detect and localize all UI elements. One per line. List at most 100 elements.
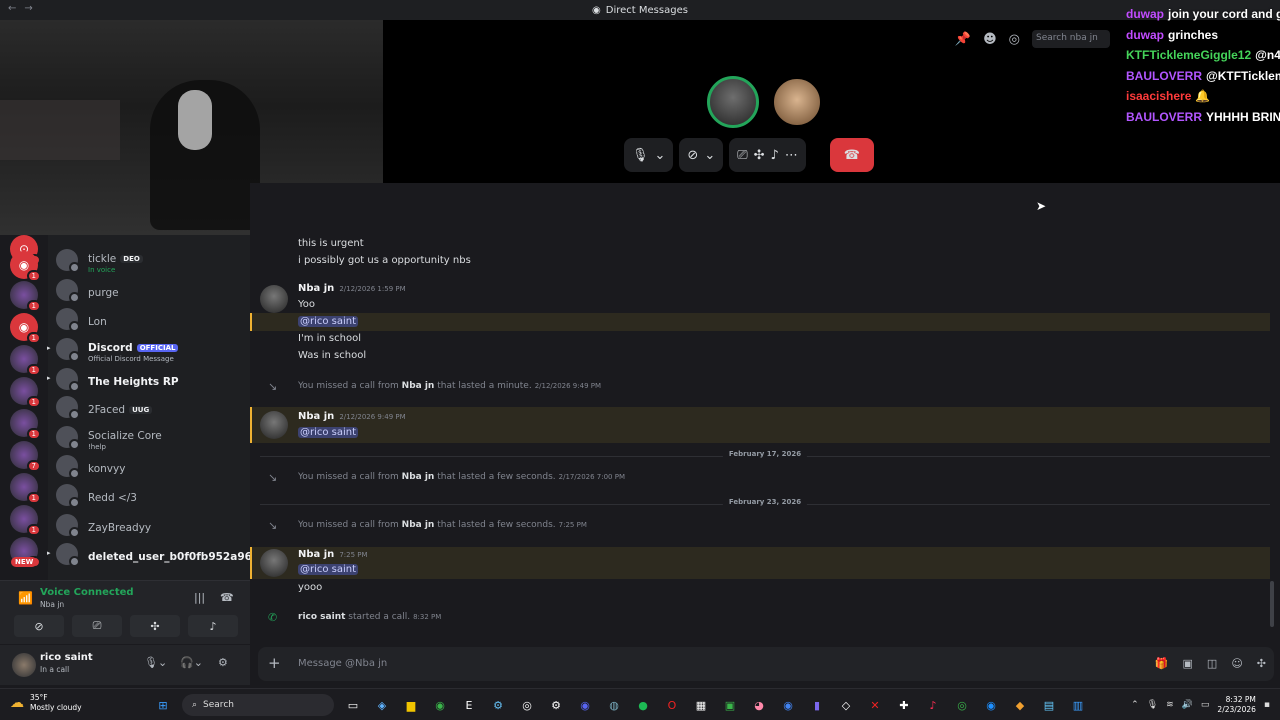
screen-share-button[interactable]: ⎚ — [72, 615, 122, 637]
avatar[interactable] — [260, 285, 288, 313]
add-friend-icon[interactable]: ☻ — [983, 32, 997, 47]
more-icon[interactable]: ⋯ — [785, 148, 798, 163]
weather-widget[interactable]: ☁ 35°F Mostly cloudy — [10, 693, 82, 713]
participant-avatar[interactable] — [707, 76, 759, 128]
mic-icon[interactable]: 🎙⌄ — [144, 656, 167, 669]
settings-gear-icon[interactable]: ⚙ — [218, 656, 228, 669]
mention[interactable]: @rico saint — [298, 316, 359, 327]
message-author[interactable]: Nba jn — [298, 549, 334, 560]
server-icon[interactable]: 1 — [10, 409, 41, 440]
activities-icon[interactable]: ✣ — [754, 148, 765, 163]
message-input[interactable]: Message @Nba jn — [298, 658, 387, 669]
scrollbar[interactable] — [1270, 581, 1274, 627]
server-icon[interactable]: 1 — [10, 377, 41, 408]
app-icon[interactable]: ✚ — [894, 695, 914, 715]
camera-toggle[interactable]: ⊘ ⌄ — [679, 138, 724, 172]
disconnect-icon[interactable]: ☎ — [220, 591, 234, 604]
server-icon[interactable]: 1 — [10, 281, 41, 312]
settings-icon[interactable]: ⚙ — [546, 695, 566, 715]
apps-icon[interactable]: ✣ — [1257, 657, 1266, 670]
message-author[interactable]: Nba jn — [298, 411, 334, 422]
headphones-icon[interactable]: 🎧⌄ — [180, 656, 203, 669]
app-icon[interactable]: ◇ — [836, 695, 856, 715]
server-icon[interactable]: 1 — [10, 345, 41, 376]
app-icon[interactable]: ◍ — [604, 695, 624, 715]
dm-item[interactable]: ▸ Discord OFFICIAL Official Discord Message — [47, 335, 246, 363]
windows-start-icon[interactable]: ⊞ — [153, 695, 173, 715]
battery-icon[interactable]: ▭ — [1201, 700, 1210, 710]
app-icon[interactable]: ▦ — [691, 695, 711, 715]
message-author[interactable]: Nba jn — [298, 283, 334, 294]
participant-avatar[interactable] — [771, 76, 823, 128]
voice-status[interactable]: Voice Connected — [40, 587, 134, 598]
nav-arrows[interactable]: ←→ — [8, 3, 41, 14]
soundboard-icon[interactable]: ♪ — [771, 148, 779, 163]
search-input[interactable]: Search nba jn — [1032, 30, 1110, 48]
steam-icon[interactable]: ⚙ — [488, 695, 508, 715]
tiktok-icon[interactable]: ♪ — [923, 695, 943, 715]
dm-item[interactable]: ZayBreadyy — [56, 511, 246, 539]
sticker-icon[interactable]: ◫ — [1207, 657, 1217, 670]
app-icon[interactable]: ◉ — [981, 695, 1001, 715]
app-icon[interactable]: ◉ — [575, 695, 595, 715]
discord-server-icon[interactable]: ◉ 1 — [10, 251, 41, 282]
avatar[interactable] — [260, 549, 288, 577]
camera-button[interactable]: ⊘ — [14, 615, 64, 637]
avatar[interactable] — [260, 411, 288, 439]
file-explorer-icon[interactable]: ▆ — [401, 695, 421, 715]
dm-item[interactable]: ▸ deleted_user_b0f0fb952a96 — [47, 540, 250, 568]
app-icon[interactable]: ▤ — [1039, 695, 1059, 715]
gif-icon[interactable]: ▣ — [1183, 657, 1193, 670]
server-icon[interactable]: 7 — [10, 441, 41, 472]
taskbar-search[interactable]: ⌕ Search — [182, 694, 334, 716]
screen-share-icon[interactable]: ⎚ — [737, 148, 747, 163]
mention[interactable]: @rico saint — [298, 564, 359, 575]
chevron-up-icon[interactable]: ⌃ — [1131, 700, 1139, 710]
profile-icon[interactable]: ◎ — [1009, 32, 1020, 47]
dm-item[interactable]: purge — [56, 276, 246, 304]
xbox-icon[interactable]: ◉ — [430, 695, 450, 715]
opera-icon[interactable]: O — [662, 695, 682, 715]
epic-games-icon[interactable]: E — [459, 695, 479, 715]
dm-item[interactable]: ▸ The Heights RP — [47, 365, 246, 393]
emoji-icon[interactable]: ☺ — [1231, 657, 1242, 670]
app-icon[interactable]: ◕ — [749, 695, 769, 715]
dm-item[interactable]: 2Faced UUG — [56, 393, 246, 421]
twitch-icon[interactable]: ▮ — [807, 695, 827, 715]
app-icon[interactable]: ◎ — [517, 695, 537, 715]
attach-plus-icon[interactable]: + — [268, 654, 281, 672]
dm-item[interactable]: Socialize Core !help — [56, 423, 246, 451]
clock[interactable]: 8:32 PM 2/23/2026 — [1217, 695, 1255, 715]
mic-icon[interactable]: 🎙 — [1147, 700, 1158, 710]
notification-icon[interactable]: ▪ — [1264, 700, 1270, 710]
discord-server-icon[interactable]: ◉ 1 — [10, 313, 41, 344]
pin-icon[interactable]: 📌 — [955, 32, 971, 47]
activities-button[interactable]: ✣ — [130, 615, 180, 637]
app-icon[interactable]: ◎ — [952, 695, 972, 715]
app-icon[interactable]: ▣ — [720, 695, 740, 715]
mic-toggle[interactable]: 🎙 ⌄ — [624, 138, 674, 172]
mention[interactable]: @rico saint — [298, 427, 359, 438]
soundboard-button[interactable]: ♪ — [188, 615, 238, 637]
username[interactable]: rico saint — [40, 652, 93, 663]
dm-item[interactable]: Redd </3 — [56, 481, 246, 509]
volume-icon[interactable]: 🔊 — [1182, 700, 1193, 710]
task-view-icon[interactable]: ▭ — [343, 695, 363, 715]
chrome-icon[interactable]: ◉ — [778, 695, 798, 715]
server-icon[interactable]: 1 — [10, 505, 41, 536]
app-icon[interactable]: ▥ — [1068, 695, 1088, 715]
gift-icon[interactable]: 🎁 — [1155, 657, 1169, 670]
avatar[interactable] — [12, 653, 36, 677]
dm-item[interactable]: konvyy — [56, 452, 246, 480]
voice-channel[interactable]: Nba jn — [40, 600, 64, 609]
dm-item[interactable]: Lon — [56, 305, 246, 333]
app-icon[interactable]: ◆ — [1010, 695, 1030, 715]
dm-item[interactable]: tickle DEO In voice — [56, 246, 246, 274]
spotify-icon[interactable]: ● — [633, 695, 653, 715]
hang-up-button[interactable]: ☎ — [829, 138, 874, 172]
app-icon[interactable]: ✕ — [865, 695, 885, 715]
noise-suppression-icon[interactable]: ||| — [194, 591, 205, 604]
server-icon[interactable]: 1 — [10, 473, 41, 504]
copilot-icon[interactable]: ◈ — [372, 695, 392, 715]
wifi-icon[interactable]: ≋ — [1166, 700, 1174, 710]
